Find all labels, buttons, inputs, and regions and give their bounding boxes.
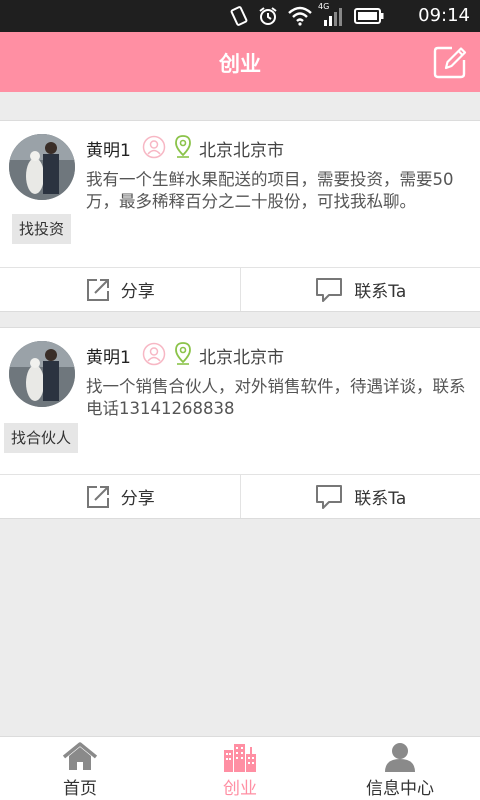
nav-label-startup: 创业 [223, 779, 257, 799]
post-description: 我有一个生鲜水果配送的项目，需要投资，需要50万，最多稀释百分之二十股份，可找我… [86, 170, 454, 211]
share-button[interactable]: 分享 [0, 268, 241, 311]
contact-label: 联系Ta [354, 489, 407, 509]
battery-icon [354, 8, 384, 24]
share-label: 分享 [120, 282, 155, 302]
location-pin-icon [175, 135, 191, 158]
post-description: 找一个销售合伙人，对外销售软件，待遇详谈，联系电话13141268838 [86, 377, 466, 418]
app-header: 创业 [0, 32, 480, 92]
avatar[interactable] [9, 341, 75, 407]
share-label: 分享 [120, 489, 155, 509]
signal-icon: 4G [318, 2, 344, 26]
status-icons: 4G [230, 2, 384, 26]
user-name[interactable]: 黄明1 [86, 136, 131, 161]
share-icon [86, 485, 109, 508]
nav-label-info-center: 信息中心 [366, 779, 434, 799]
alarm-icon [259, 7, 277, 25]
person-icon [385, 743, 415, 772]
contact-button[interactable]: 联系Ta [241, 475, 480, 518]
nav-label-home: 首页 [63, 779, 97, 799]
vibrate-icon [230, 6, 248, 26]
user-name[interactable]: 黄明1 [86, 343, 131, 368]
contact-button[interactable]: 联系Ta [241, 268, 480, 311]
location-text: 北京北京市 [199, 141, 284, 161]
post-actions: 分享 联系Ta [0, 474, 480, 518]
post-card[interactable]: 找合伙人 黄明1 北京北京市 找一个销售合伙人，对外销售软件，待遇详谈，联系电话… [0, 327, 480, 519]
user-outline-icon [142, 342, 166, 366]
avatar[interactable] [9, 134, 75, 200]
share-button[interactable]: 分享 [0, 475, 241, 518]
post-actions: 分享 联系Ta [0, 267, 480, 311]
nav-item-startup[interactable]: 创业 [160, 737, 320, 800]
post-tag: 找合伙人 [4, 423, 79, 453]
location-pin-icon [175, 342, 191, 365]
bottom-nav: 首页 创业 信息中心 [0, 736, 480, 800]
comment-icon [316, 484, 343, 509]
nav-item-home[interactable]: 首页 [0, 737, 160, 800]
edit-icon[interactable] [432, 44, 468, 80]
nav-item-info-center[interactable]: 信息中心 [320, 737, 480, 800]
post-card[interactable]: 找投资 黄明1 北京北京市 我有一个生鲜水果配送的项目，需要投资，需要50万，最… [0, 120, 480, 312]
wifi-icon [288, 6, 312, 26]
status-time: 09:14 [418, 5, 470, 26]
comment-icon [316, 277, 343, 302]
contact-label: 联系Ta [354, 282, 407, 302]
home-icon [62, 742, 98, 770]
share-icon [86, 278, 109, 301]
status-bar: 4G 09:14 [0, 0, 480, 32]
network-type: 4G [318, 2, 330, 11]
user-outline-icon [142, 135, 166, 159]
location-text: 北京北京市 [199, 348, 284, 368]
post-tag: 找投资 [12, 214, 72, 244]
buildings-icon [224, 744, 256, 772]
page-title: 创业 [219, 52, 261, 76]
